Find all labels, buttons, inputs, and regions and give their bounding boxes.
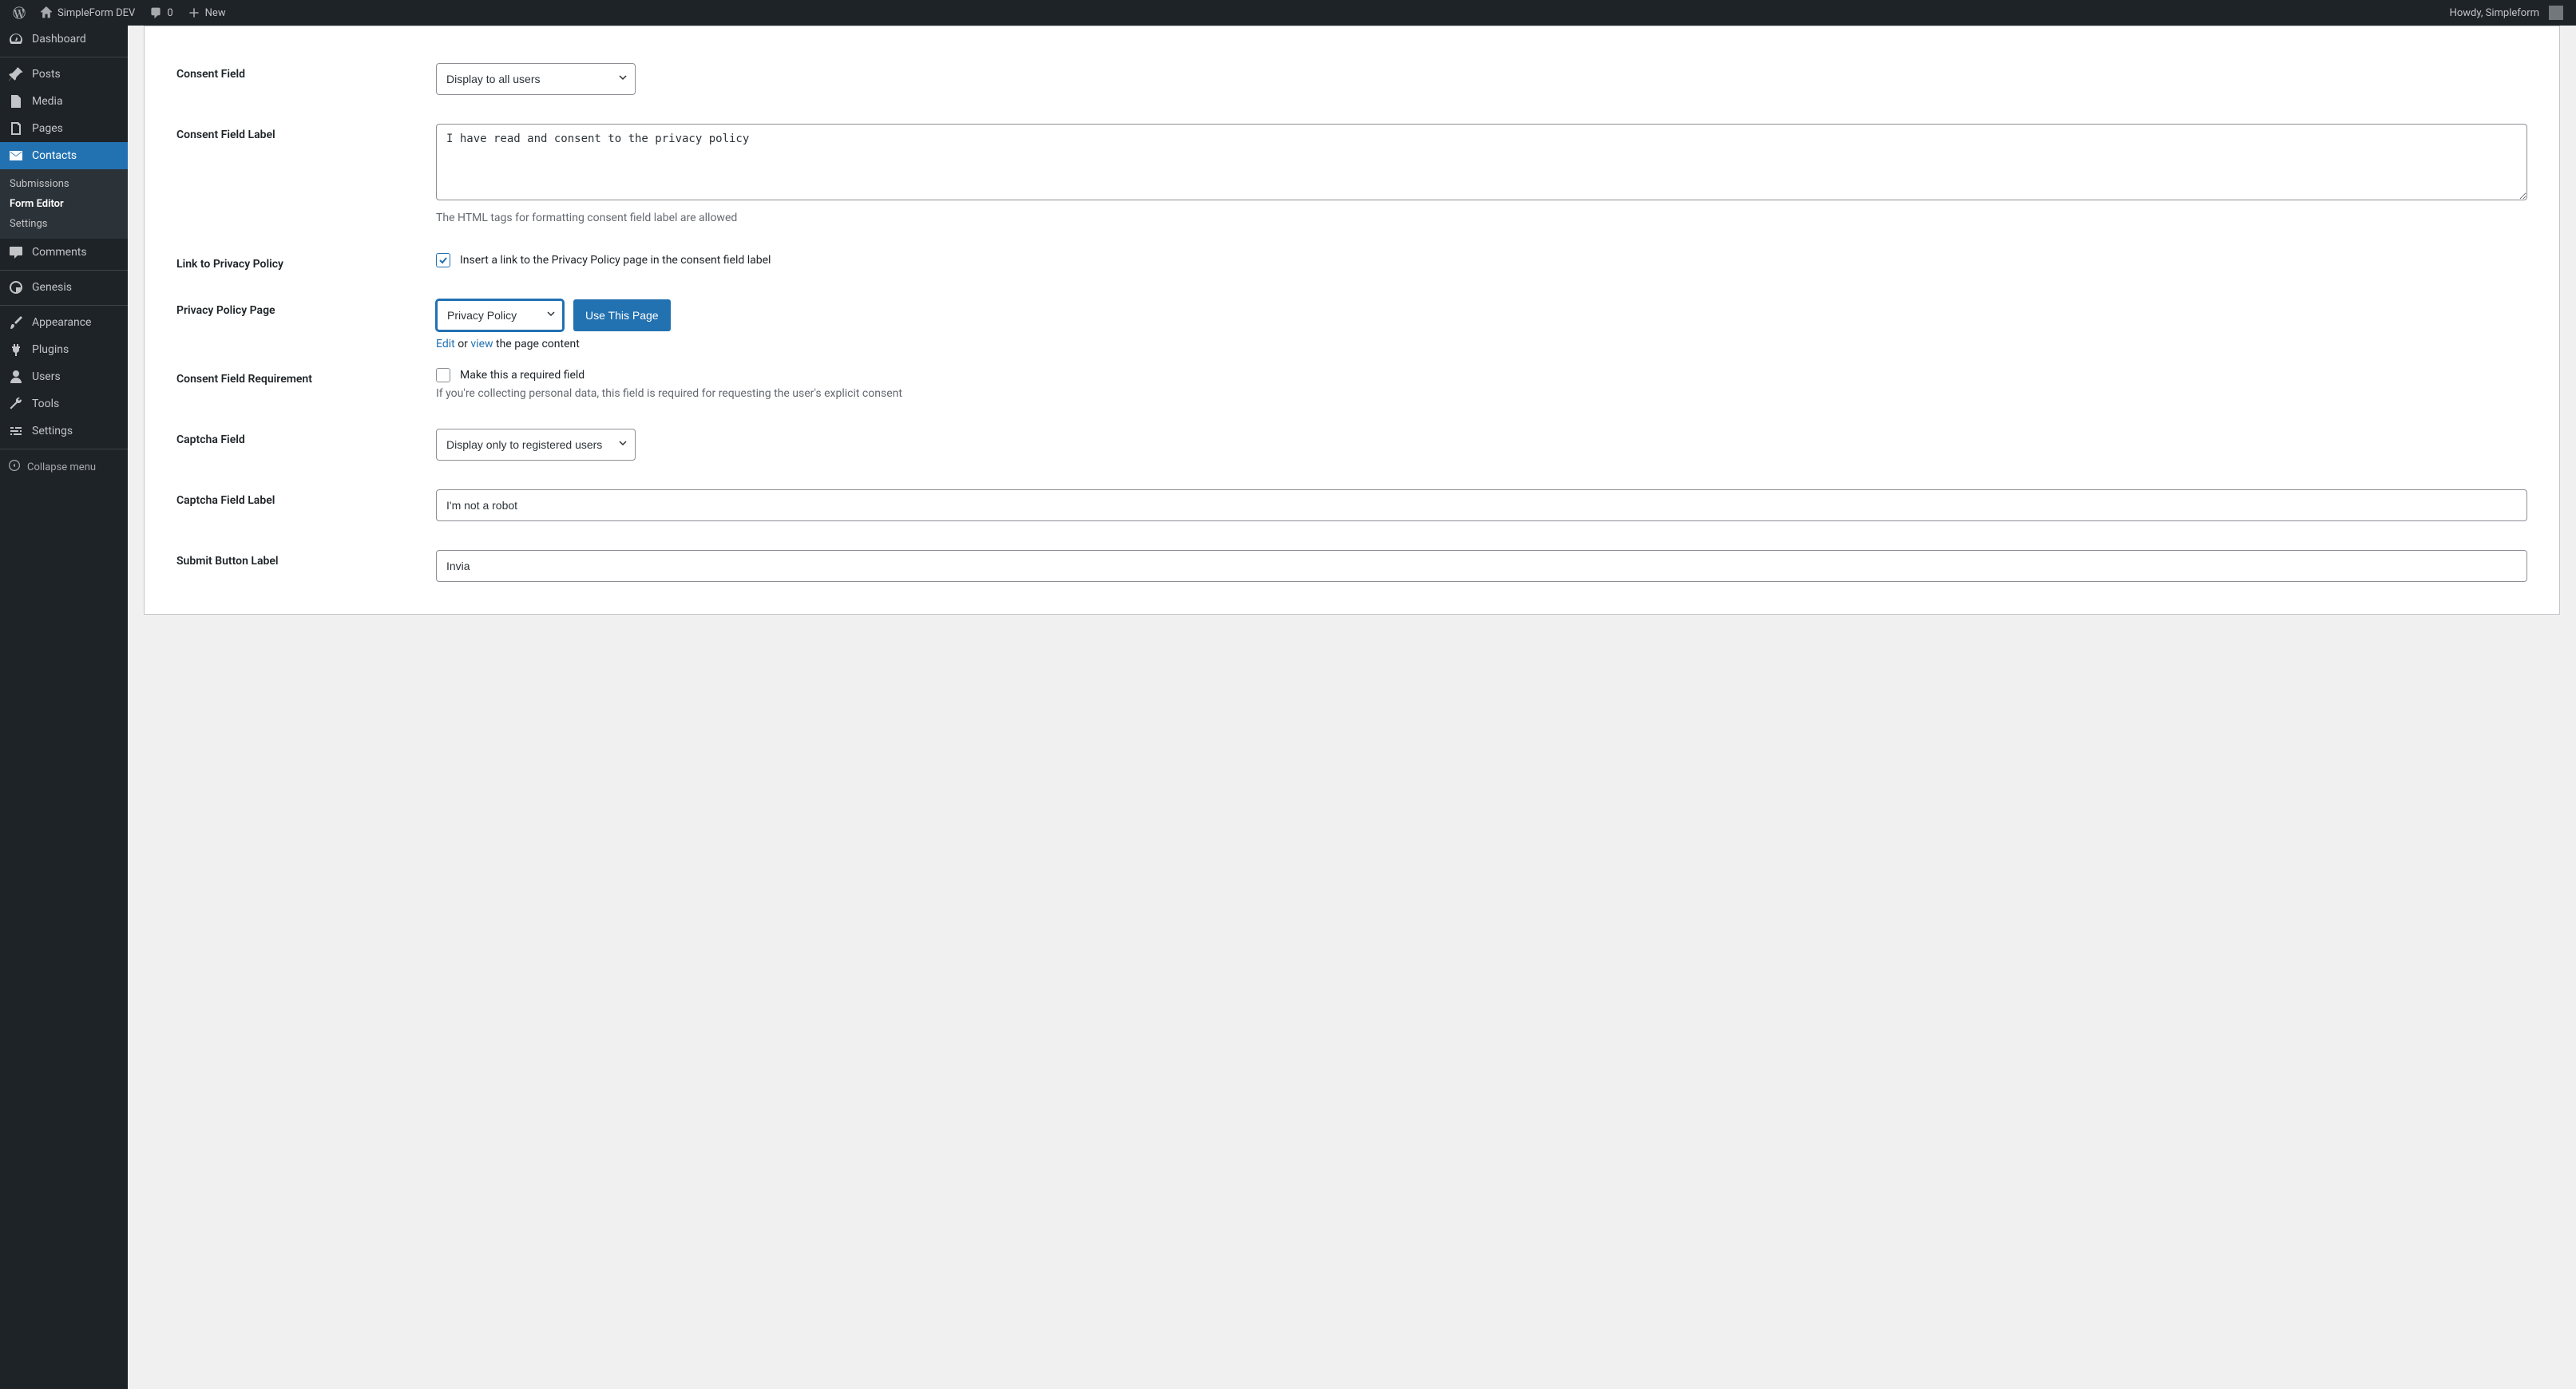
sliders-icon [8,423,24,439]
menu-label: Genesis [32,281,72,294]
menu-comments[interactable]: Comments [0,239,128,266]
submit-label-input[interactable] [436,550,2527,582]
consent-req-check-label: Make this a required field [460,369,585,382]
avatar-icon [2549,6,2563,20]
captcha-field-select[interactable]: Display only to registered users [436,429,636,461]
wordpress-icon [13,6,26,19]
submenu-settings[interactable]: Settings [0,214,128,234]
consent-req-help: If you're collecting personal data, this… [436,387,2527,400]
form-editor-panel: Consent Field Display to all users Conse… [144,26,2560,615]
comment-icon [8,244,24,260]
genesis-icon [8,279,24,295]
link-privacy-checkbox[interactable] [436,253,450,267]
privacy-page-label: Privacy Policy Page [176,299,436,317]
brush-icon [8,315,24,330]
menu-contacts[interactable]: Contacts [0,142,128,169]
consent-field-label-textarea[interactable]: I have read and consent to the privacy p… [436,124,2527,200]
site-title-link[interactable]: SimpleForm DEV [34,0,141,26]
wp-logo[interactable] [6,0,32,26]
comments-count: 0 [167,7,172,19]
menu-label: Settings [32,425,73,437]
menu-label: Posts [32,68,61,81]
consent-req-label: Consent Field Requirement [176,368,436,386]
menu-pages[interactable]: Pages [0,115,128,142]
menu-label: Plugins [32,343,69,356]
captcha-field-label: Captcha Field [176,429,436,446]
content-wrap: Consent Field Display to all users Conse… [128,26,2576,1389]
link-privacy-check-label: Insert a link to the Privacy Policy page… [460,254,771,267]
submenu-form-editor[interactable]: Form Editor [0,194,128,214]
menu-users[interactable]: Users [0,363,128,390]
menu-label: Tools [32,398,59,410]
menu-settings[interactable]: Settings [0,417,128,445]
menu-genesis[interactable]: Genesis [0,274,128,301]
admin-sidebar: Dashboard Posts Media Pages Contacts Sub… [0,26,128,1389]
consent-field-label-label: Consent Field Label [176,124,436,141]
new-content[interactable]: New [181,0,232,26]
view-page-link[interactable]: view [470,338,493,350]
menu-dashboard[interactable]: Dashboard [0,26,128,53]
admin-bar: SimpleForm DEV 0 New Howdy, Simpleform [0,0,2576,26]
or-text: or [455,338,471,350]
check-icon [438,255,448,265]
new-label: New [205,7,226,19]
tail-text: the page content [493,338,580,350]
menu-label: Dashboard [32,33,86,46]
pin-icon [8,66,24,82]
edit-page-link[interactable]: Edit [436,338,455,350]
use-this-page-button[interactable]: Use This Page [573,299,671,331]
menu-label: Media [32,95,63,108]
menu-label: Appearance [32,316,91,329]
captcha-label-label: Captcha Field Label [176,489,436,507]
comment-icon [149,6,162,19]
wrench-icon [8,396,24,412]
consent-field-label: Consent Field [176,63,436,81]
captcha-label-input[interactable] [436,489,2527,521]
gauge-icon [8,31,24,47]
submenu-contacts: Submissions Form Editor Settings [0,169,128,239]
collapse-menu[interactable]: Collapse menu [0,453,128,481]
menu-posts[interactable]: Posts [0,61,128,88]
menu-label: Comments [32,246,87,259]
collapse-icon [8,459,21,475]
privacy-page-select[interactable]: Privacy Policy [436,299,564,331]
howdy-text: Howdy, Simpleform [2450,7,2539,19]
menu-label: Users [32,370,61,383]
envelope-icon [8,148,24,164]
submit-label-label: Submit Button Label [176,550,436,568]
menu-tools[interactable]: Tools [0,390,128,417]
menu-label: Contacts [32,149,77,162]
submenu-submissions[interactable]: Submissions [0,174,128,194]
active-pointer-icon [128,149,134,162]
menu-media[interactable]: Media [0,88,128,115]
media-icon [8,93,24,109]
plug-icon [8,342,24,358]
plus-icon [188,6,200,19]
home-icon [40,6,53,19]
site-title: SimpleForm DEV [57,7,135,19]
comments-bubble[interactable]: 0 [143,0,179,26]
page-icon [8,121,24,137]
user-icon [8,369,24,385]
menu-appearance[interactable]: Appearance [0,309,128,336]
menu-plugins[interactable]: Plugins [0,336,128,363]
consent-req-checkbox[interactable] [436,368,450,382]
menu-label: Pages [32,122,63,135]
howdy-account[interactable]: Howdy, Simpleform [2443,0,2570,26]
link-privacy-label: Link to Privacy Policy [176,253,436,271]
consent-field-label-help: The HTML tags for formatting consent fie… [436,212,2527,224]
consent-field-select[interactable]: Display to all users [436,63,636,95]
collapse-label: Collapse menu [27,461,96,473]
